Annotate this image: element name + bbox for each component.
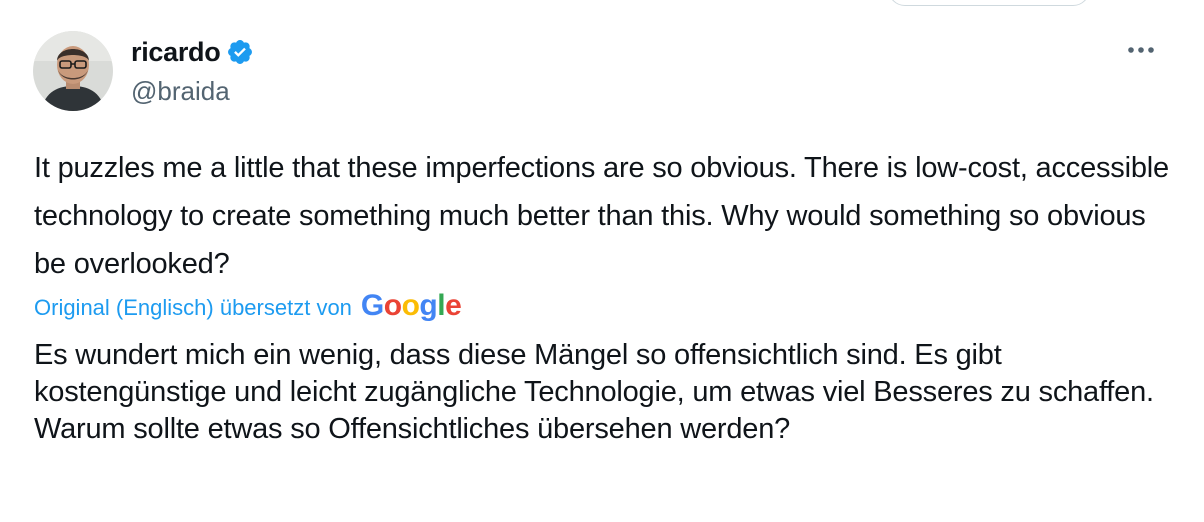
tweet-translated-text: Es wundert mich ein wenig, dass diese Mä… — [34, 339, 1154, 445]
google-logo: Google — [360, 289, 462, 322]
handle[interactable]: @braida — [131, 76, 254, 107]
avatar-photo — [33, 31, 113, 111]
translation-attribution: Original (Englisch) übersetzt von Google — [34, 289, 462, 326]
verified-badge-icon[interactable] — [226, 38, 254, 66]
more-horizontal-icon — [1128, 47, 1154, 53]
translation-label-link[interactable]: Original (Englisch) übersetzt von — [34, 295, 352, 321]
avatar[interactable] — [33, 31, 113, 111]
name-row: ricardo — [131, 34, 254, 70]
tweet-original-text: It puzzles me a little that these imperf… — [34, 152, 1169, 280]
author-block: ricardo @braida — [131, 34, 254, 107]
display-name[interactable]: ricardo — [131, 37, 221, 68]
top-pill-button[interactable] — [888, 0, 1090, 6]
more-button[interactable] — [1124, 36, 1158, 64]
